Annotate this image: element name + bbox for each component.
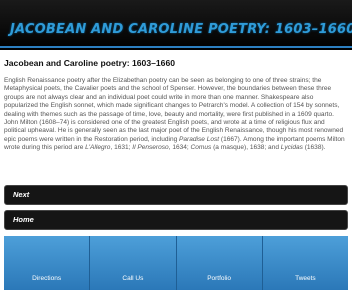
- next-button[interactable]: Next: [4, 185, 348, 205]
- home-button[interactable]: Home: [4, 210, 348, 230]
- body-text: English Renaissance poetry after the Eli…: [4, 77, 344, 143]
- nav-label: Portfolio: [207, 275, 232, 282]
- header-divider: [0, 46, 352, 48]
- nav-tweets[interactable]: Tweets: [263, 236, 348, 290]
- body-text: , 1634;: [168, 144, 191, 152]
- nav-portfolio[interactable]: Portfolio: [177, 236, 263, 290]
- nav-call-us[interactable]: Call Us: [90, 236, 177, 290]
- article-body: English Renaissance poetry after the Eli…: [4, 77, 348, 153]
- bottom-nav: Directions Call Us Portfolio Tweets: [4, 236, 348, 290]
- work-title: Paradise Lost: [179, 135, 220, 143]
- work-title: Il Penseroso: [132, 144, 169, 152]
- article-heading: Jacobean and Caroline poetry: 1603–1660: [4, 58, 175, 68]
- work-title: Lycidas: [280, 144, 303, 152]
- body-text: (a masque), 1638; and: [211, 144, 281, 152]
- site-title: Jacobean and Caroline Poetry: 1603–1660: [10, 22, 352, 37]
- next-label: Next: [13, 190, 30, 199]
- body-text: , 1631;: [110, 144, 133, 152]
- work-title: L'Allegro: [85, 144, 111, 152]
- nav-label: Call Us: [122, 275, 144, 282]
- site-header: Jacobean and Caroline Poetry: 1603–1660: [0, 0, 352, 50]
- nav-label: Directions: [32, 275, 62, 282]
- nav-label: Tweets: [295, 275, 316, 282]
- home-label: Home: [13, 215, 34, 224]
- article: Jacobean and Caroline poetry: 1603–1660 …: [4, 58, 348, 153]
- work-title: Comus: [190, 144, 212, 152]
- nav-directions[interactable]: Directions: [4, 236, 91, 290]
- body-text: (1638).: [302, 144, 326, 152]
